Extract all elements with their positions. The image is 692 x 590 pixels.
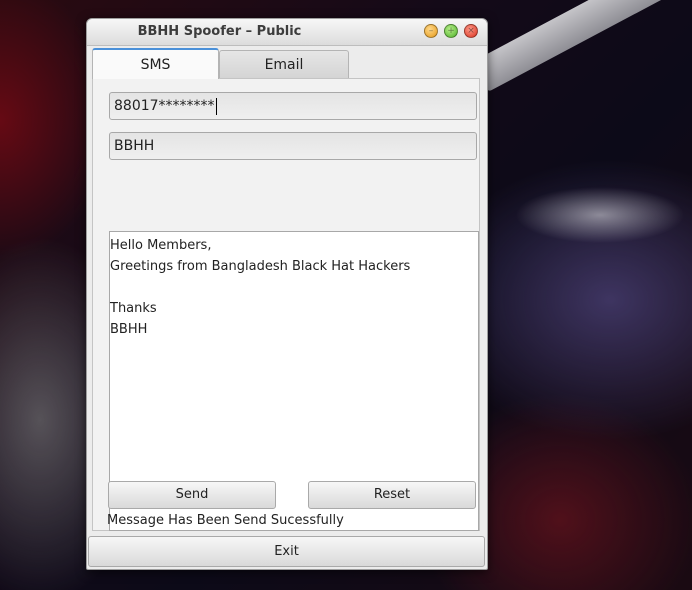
window-title: BBHH Spoofer – Public <box>137 24 302 39</box>
tab-email[interactable]: Email <box>219 50 349 78</box>
message-line <box>110 277 478 298</box>
sms-panel: 88017******** BBHH Hello Members, Greeti… <box>92 78 480 531</box>
text-cursor <box>215 97 217 115</box>
close-icon[interactable]: × <box>464 24 478 38</box>
send-button[interactable]: Send <box>108 481 276 509</box>
sender-id-field[interactable]: BBHH <box>109 132 477 160</box>
minimize-icon[interactable]: – <box>424 24 438 38</box>
exit-button[interactable]: Exit <box>88 536 485 567</box>
status-message: Message Has Been Send Sucessfully <box>107 513 344 528</box>
phone-number-value: 88017******** <box>114 98 215 114</box>
app-window: BBHH Spoofer – Public – + × SMS Email 88… <box>86 18 488 570</box>
phone-number-field[interactable]: 88017******** <box>109 92 477 120</box>
sender-id-value: BBHH <box>114 138 155 154</box>
reset-button[interactable]: Reset <box>308 481 476 509</box>
message-line: BBHH <box>110 322 148 337</box>
message-line: Greetings from Bangladesh Black Hat Hack… <box>110 259 411 274</box>
title-bar[interactable]: BBHH Spoofer – Public – + × <box>87 19 487 46</box>
message-line: Hello Members, <box>110 238 212 253</box>
maximize-icon[interactable]: + <box>444 24 458 38</box>
message-line: Thanks <box>110 301 157 316</box>
desktop-wallpaper-sword <box>472 0 692 93</box>
tab-sms[interactable]: SMS <box>92 48 219 79</box>
